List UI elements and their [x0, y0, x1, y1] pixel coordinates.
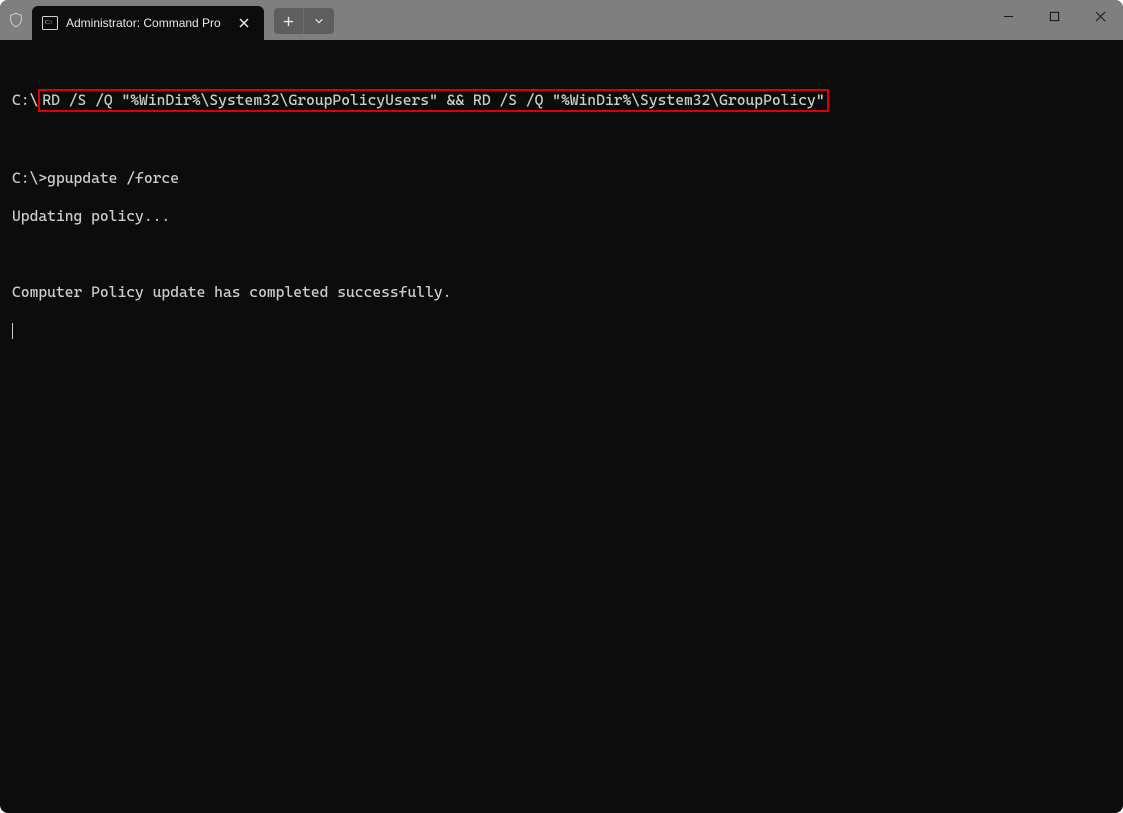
terminal-output[interactable]: C:\RD /S /Q "%WinDir%\System32\GroupPoli…: [0, 40, 1123, 813]
shield-icon: [0, 0, 32, 40]
close-window-button[interactable]: [1077, 0, 1123, 32]
prompt: C:\>: [12, 169, 47, 187]
maximize-button[interactable]: [1031, 0, 1077, 32]
tab-close-button[interactable]: [234, 13, 254, 33]
titlebar[interactable]: C:\ Administrator: Command Pro: [0, 0, 1123, 40]
new-tab-dropdown[interactable]: [304, 8, 334, 34]
window-controls: [985, 0, 1123, 32]
output-line: Updating policy...: [12, 207, 1111, 226]
prompt: C:\: [12, 91, 38, 109]
output-line: Computer Policy update has completed suc…: [12, 283, 1111, 302]
svg-text:C:\: C:\: [45, 20, 53, 26]
highlighted-command: RD /S /Q "%WinDir%\System32\GroupPolicyU…: [38, 89, 828, 112]
tab-title: Administrator: Command Pro: [66, 16, 228, 30]
new-tab-button[interactable]: [274, 8, 304, 34]
new-tab-group: [274, 8, 334, 34]
terminal-window: C:\ Administrator: Command Pro: [0, 0, 1123, 813]
tab-command-prompt[interactable]: C:\ Administrator: Command Pro: [32, 6, 264, 40]
command-text: gpupdate /force: [47, 169, 179, 187]
minimize-button[interactable]: [985, 0, 1031, 32]
command-prompt-icon: C:\: [42, 15, 58, 31]
cursor: [12, 323, 13, 339]
